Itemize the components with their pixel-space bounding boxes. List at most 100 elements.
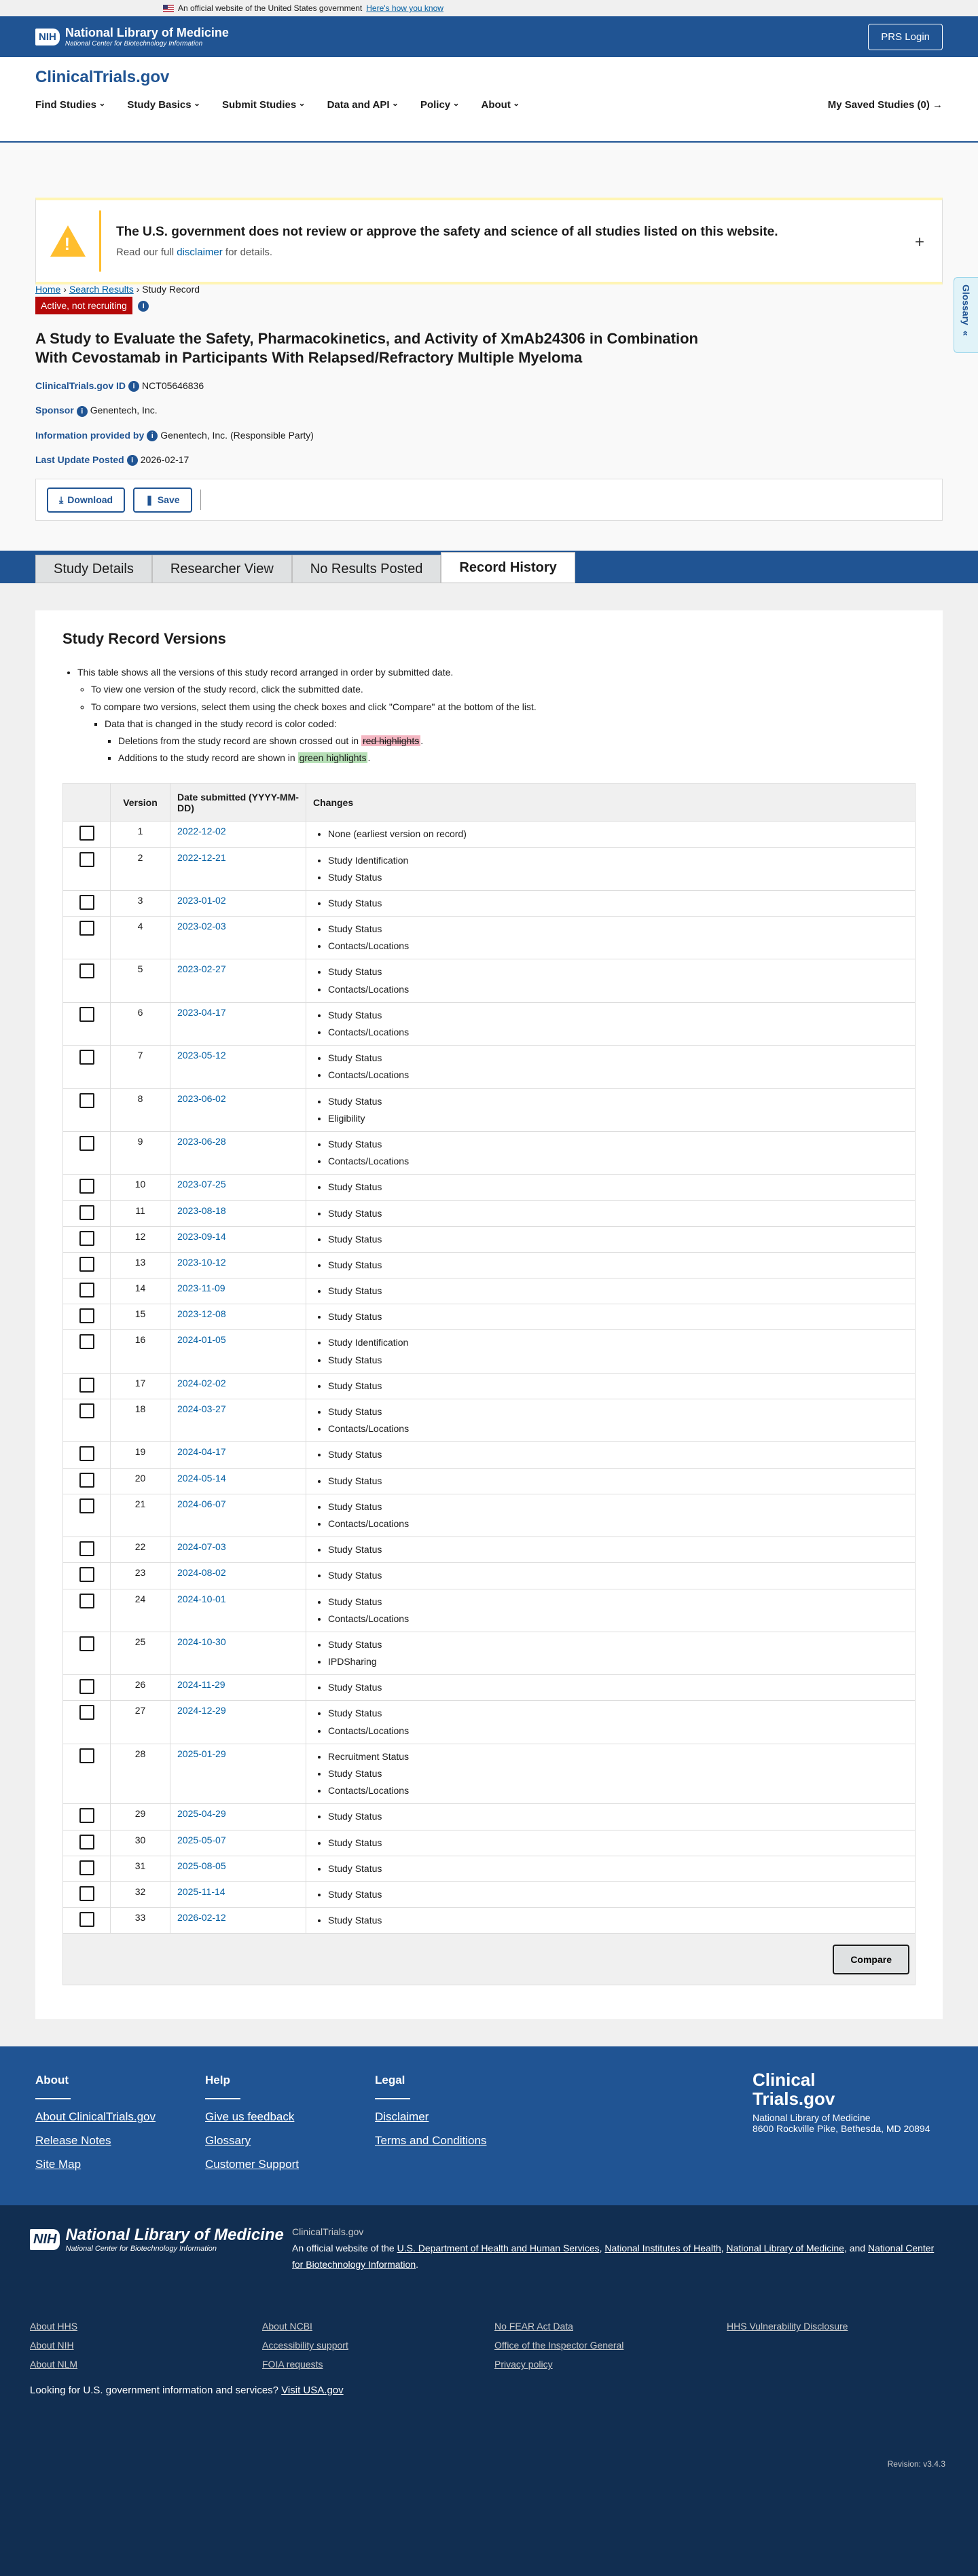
save-button[interactable]: ❚ Save: [133, 487, 192, 513]
version-date-link[interactable]: 2023-07-25: [177, 1179, 226, 1190]
footer-link[interactable]: Release Notes: [35, 2134, 205, 2148]
version-checkbox[interactable]: [79, 1636, 94, 1651]
version-checkbox[interactable]: [79, 1135, 94, 1151]
version-date-link[interactable]: 2025-04-29: [177, 1808, 226, 1819]
version-checkbox[interactable]: [79, 1334, 94, 1350]
version-date-link[interactable]: 2025-08-05: [177, 1860, 226, 1871]
version-checkbox[interactable]: [79, 1472, 94, 1488]
version-date-link[interactable]: 2024-05-14: [177, 1473, 226, 1484]
footer-link[interactable]: No FEAR Act Data: [494, 2321, 727, 2332]
nlm-logo[interactable]: NIH National Library of Medicine National…: [35, 26, 229, 48]
expand-plus-icon[interactable]: +: [915, 233, 924, 252]
version-checkbox[interactable]: [79, 1860, 94, 1875]
tab-researcher-view[interactable]: Researcher View: [151, 555, 292, 584]
footer-link[interactable]: Terms and Conditions: [375, 2134, 545, 2148]
nav-submit-studies[interactable]: Submit Studies: [222, 99, 306, 111]
version-date-link[interactable]: 2023-01-02: [177, 895, 226, 906]
version-date-link[interactable]: 2024-01-05: [177, 1334, 226, 1345]
version-date-link[interactable]: 2024-10-30: [177, 1636, 226, 1647]
footer-link[interactable]: Office of the Inspector General: [494, 2340, 727, 2351]
clinicaltrials-logo[interactable]: ClinicalTrials.gov: [35, 68, 169, 87]
footer-link[interactable]: HHS Vulnerability Disclosure: [727, 2321, 959, 2332]
version-checkbox[interactable]: [79, 851, 94, 867]
download-button[interactable]: ⤓ Download: [47, 487, 126, 513]
glossary-tab[interactable]: Glossary «: [954, 277, 978, 353]
nav-study-basics[interactable]: Study Basics: [127, 99, 200, 111]
info-icon[interactable]: i: [147, 430, 158, 441]
nav-find-studies[interactable]: Find Studies: [35, 99, 105, 111]
version-date-link[interactable]: 2023-09-14: [177, 1231, 226, 1242]
version-date-link[interactable]: 2023-06-02: [177, 1093, 226, 1104]
version-date-link[interactable]: 2023-10-12: [177, 1257, 226, 1268]
heres-how-you-know-link[interactable]: Here's how you know: [366, 3, 443, 13]
version-date-link[interactable]: 2024-07-03: [177, 1541, 226, 1552]
version-checkbox[interactable]: [79, 1204, 94, 1220]
version-checkbox[interactable]: [79, 921, 94, 936]
version-date-link[interactable]: 2024-08-02: [177, 1567, 226, 1578]
footer-link[interactable]: Accessibility support: [262, 2340, 494, 2351]
version-checkbox[interactable]: [79, 894, 94, 910]
version-date-link[interactable]: 2025-01-29: [177, 1748, 226, 1759]
footer-link[interactable]: About HHS: [30, 2321, 262, 2332]
tab-record-history[interactable]: Record History: [441, 552, 575, 584]
version-checkbox[interactable]: [79, 1912, 94, 1928]
version-checkbox[interactable]: [79, 1050, 94, 1065]
version-date-link[interactable]: 2023-05-12: [177, 1050, 226, 1061]
version-checkbox[interactable]: [79, 1567, 94, 1583]
breadcrumb-home[interactable]: Home: [35, 284, 60, 295]
footer-link[interactable]: About NLM: [30, 2359, 262, 2370]
version-checkbox[interactable]: [79, 1885, 94, 1901]
footer-logo[interactable]: Clinical Trials.gov: [753, 2071, 930, 2108]
version-date-link[interactable]: 2025-11-14: [177, 1886, 225, 1897]
version-date-link[interactable]: 2023-02-03: [177, 921, 226, 932]
version-date-link[interactable]: 2023-06-28: [177, 1136, 226, 1147]
hhs-link[interactable]: U.S. Department of Health and Human Serv…: [397, 2243, 600, 2253]
version-date-link[interactable]: 2024-06-07: [177, 1498, 226, 1509]
version-date-link[interactable]: 2022-12-02: [177, 826, 226, 836]
version-checkbox[interactable]: [79, 1179, 94, 1194]
compare-button[interactable]: Compare: [833, 1944, 909, 1974]
footer-link[interactable]: About NCBI: [262, 2321, 494, 2332]
footer-link[interactable]: Glossary: [205, 2134, 375, 2148]
version-date-link[interactable]: 2025-05-07: [177, 1835, 226, 1845]
version-checkbox[interactable]: [79, 1834, 94, 1850]
tab-study-details[interactable]: Study Details: [35, 555, 152, 584]
nav-policy[interactable]: Policy: [420, 99, 460, 111]
version-checkbox[interactable]: [79, 963, 94, 979]
version-date-link[interactable]: 2023-11-09: [177, 1283, 225, 1293]
version-date-link[interactable]: 2022-12-21: [177, 852, 226, 863]
footer-link[interactable]: About ClinicalTrials.gov: [35, 2110, 205, 2124]
footer-link[interactable]: Give us feedback: [205, 2110, 375, 2124]
version-checkbox[interactable]: [79, 1403, 94, 1418]
nih-link[interactable]: National Institutes of Health: [604, 2243, 721, 2253]
footer-link[interactable]: FOIA requests: [262, 2359, 494, 2370]
info-icon[interactable]: i: [126, 455, 138, 466]
version-checkbox[interactable]: [79, 1377, 94, 1393]
version-date-link[interactable]: 2024-11-29: [177, 1679, 225, 1690]
version-checkbox[interactable]: [79, 1808, 94, 1824]
version-checkbox[interactable]: [79, 1256, 94, 1272]
version-date-link[interactable]: 2024-12-29: [177, 1705, 226, 1716]
version-checkbox[interactable]: [79, 1705, 94, 1721]
version-date-link[interactable]: 2023-08-18: [177, 1205, 226, 1216]
version-checkbox[interactable]: [79, 1308, 94, 1324]
version-checkbox[interactable]: [79, 1748, 94, 1763]
footer-link[interactable]: About NIH: [30, 2340, 262, 2351]
version-date-link[interactable]: 2023-02-27: [177, 963, 226, 974]
version-checkbox[interactable]: [79, 1541, 94, 1557]
prs-login-button[interactable]: PRS Login: [868, 23, 943, 50]
version-checkbox[interactable]: [79, 1446, 94, 1462]
usa-gov-link[interactable]: Visit USA.gov: [281, 2385, 343, 2396]
info-icon[interactable]: i: [128, 381, 140, 392]
version-checkbox[interactable]: [79, 826, 94, 841]
version-date-link[interactable]: 2024-04-17: [177, 1446, 226, 1457]
footer-link[interactable]: Privacy policy: [494, 2359, 727, 2370]
nav-about[interactable]: About: [482, 99, 520, 111]
my-saved-studies-link[interactable]: My Saved Studies (0) →: [828, 99, 943, 111]
version-checkbox[interactable]: [79, 1593, 94, 1608]
version-checkbox[interactable]: [79, 1679, 94, 1695]
disclaimer-link[interactable]: disclaimer: [177, 246, 223, 258]
tab-no-results-posted[interactable]: No Results Posted: [291, 555, 441, 584]
nav-data-and-api[interactable]: Data and API: [327, 99, 399, 111]
version-date-link[interactable]: 2024-03-27: [177, 1403, 226, 1414]
